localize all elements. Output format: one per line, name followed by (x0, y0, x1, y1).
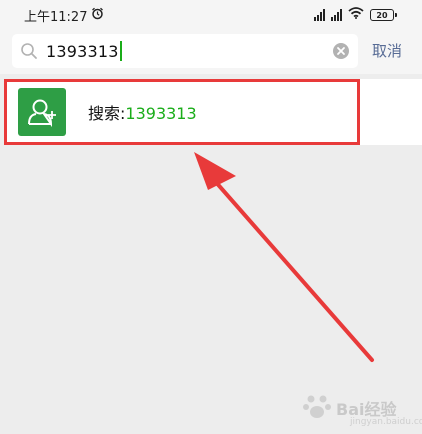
watermark-paw-icon (302, 392, 332, 424)
watermark: Bai经验 jingyan.baidu.com (302, 388, 422, 428)
arrow-annotation (194, 152, 374, 362)
watermark-subtext: jingyan.baidu.com (350, 417, 422, 427)
